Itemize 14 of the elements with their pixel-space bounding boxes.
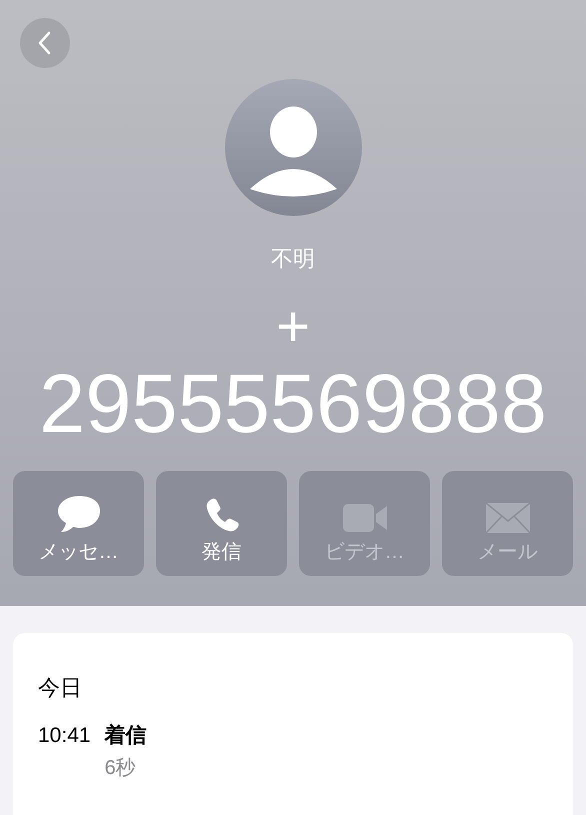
call-type: 着信 xyxy=(104,725,147,746)
speech-bubble-icon xyxy=(56,494,102,534)
action-button[interactable]: 発信 xyxy=(156,471,287,576)
date-heading: 今日 xyxy=(38,677,82,699)
phone-prefix: + xyxy=(276,298,310,356)
call-duration: 6秒 xyxy=(104,758,136,778)
video-camera-icon xyxy=(342,502,388,534)
call-time: 10:41 xyxy=(38,725,91,746)
envelope-icon xyxy=(484,502,530,534)
action-button[interactable]: メッセ… xyxy=(13,471,144,576)
phone-number: 29555569888 xyxy=(39,362,547,445)
back-button[interactable] xyxy=(20,18,70,68)
avatar-icon xyxy=(224,79,362,216)
contact-name: 不明 xyxy=(271,248,315,270)
